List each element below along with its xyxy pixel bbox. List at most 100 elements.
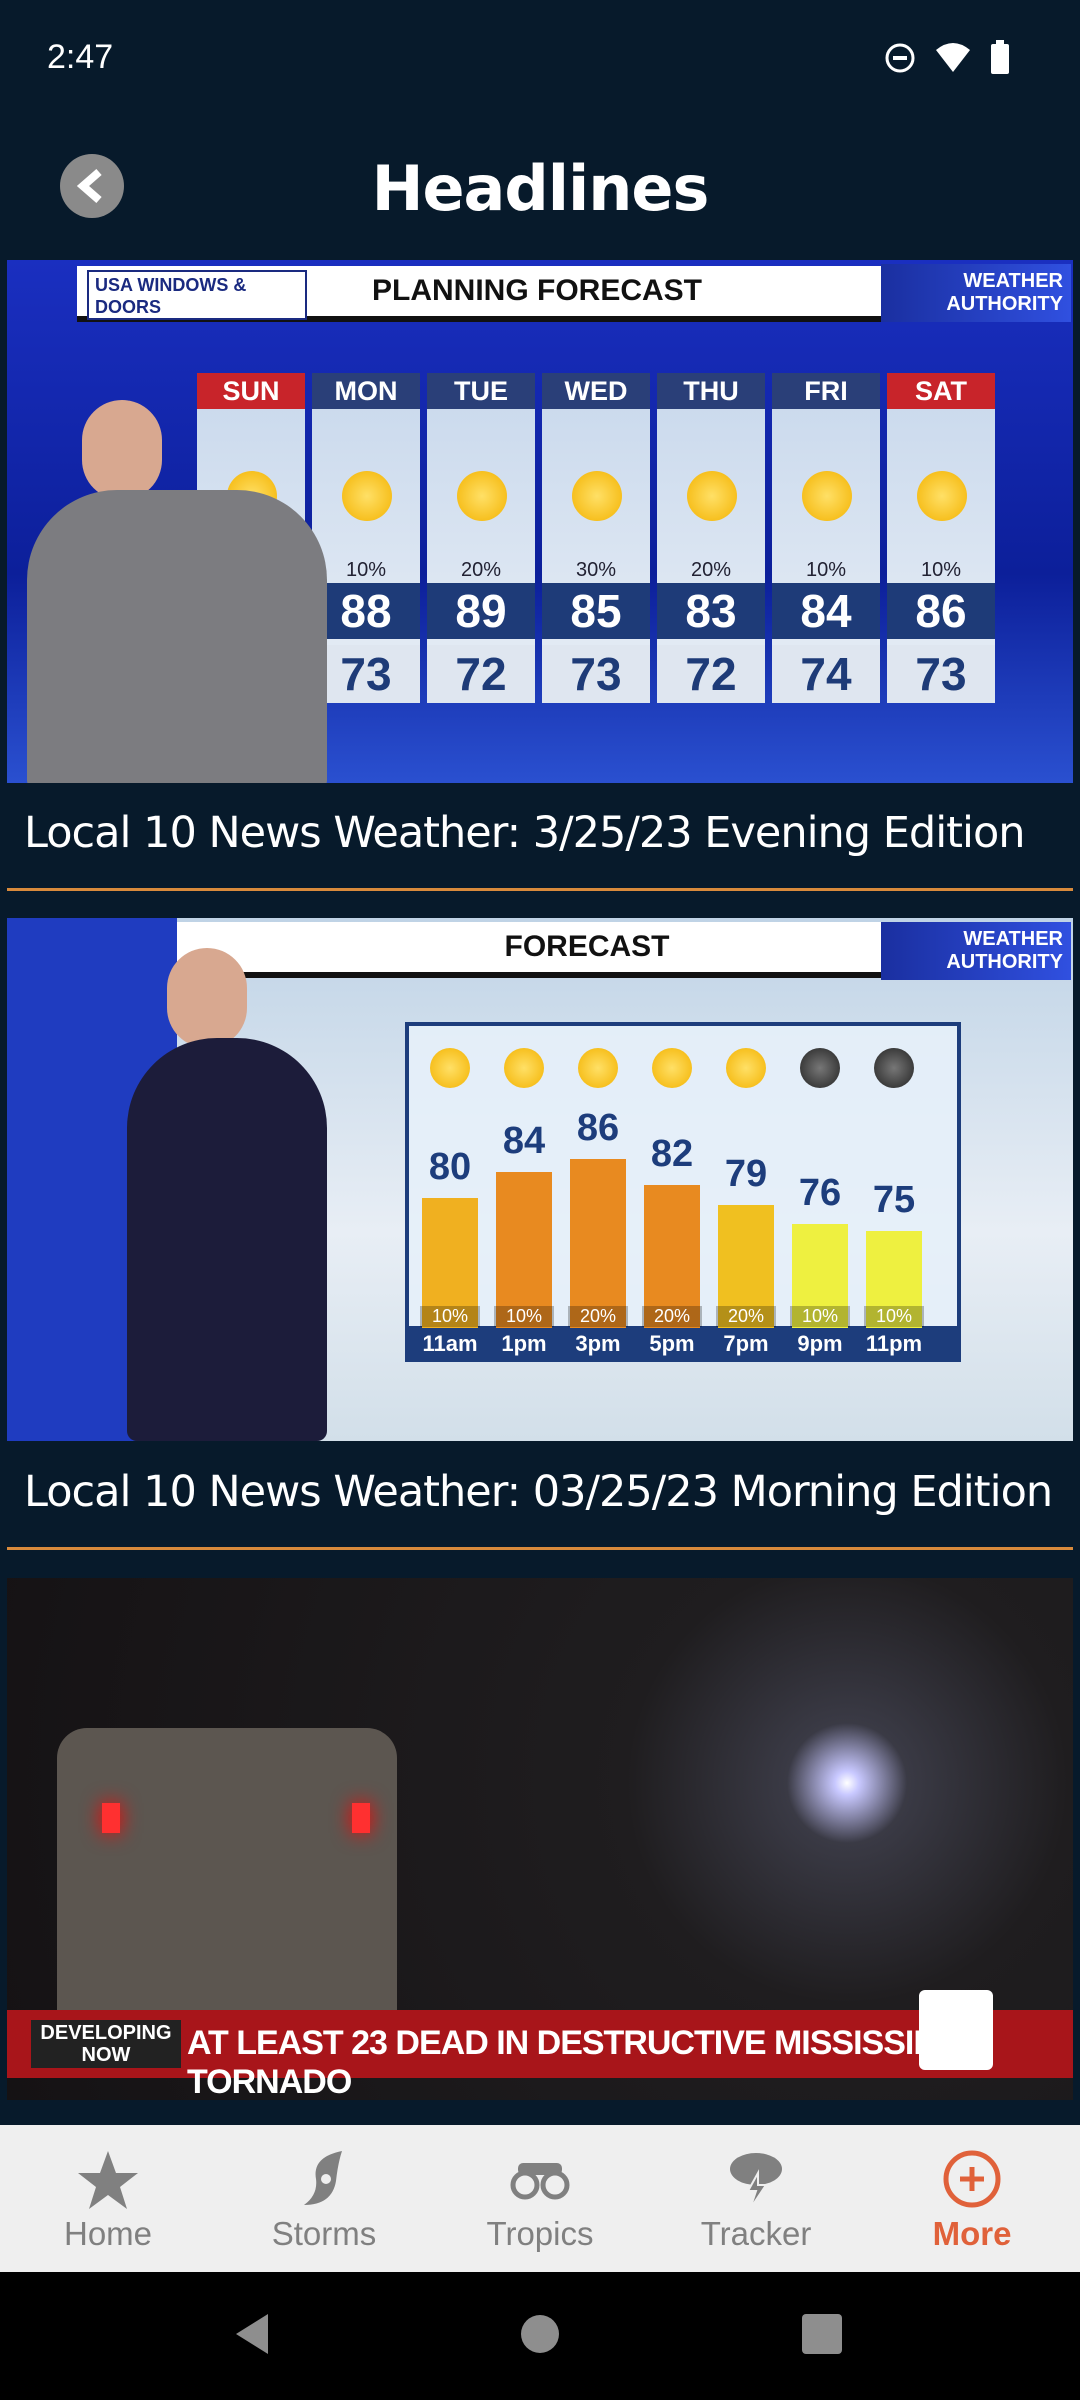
battery-icon — [991, 40, 1009, 74]
temp-bar — [570, 1159, 626, 1328]
system-recents-icon[interactable] — [802, 2314, 842, 2354]
divider — [7, 888, 1073, 891]
temp-label: 84 — [502, 1120, 546, 1162]
temp-label: 75 — [872, 1178, 916, 1221]
developing-tag: DEVELOPING NOW — [31, 2020, 181, 2068]
article-title[interactable]: Local 10 News Weather: 3/25/23 Evening E… — [24, 808, 1026, 858]
sky-icon — [800, 1048, 840, 1088]
forecast-day: THU 20% 83 72 — [657, 373, 765, 703]
rain-chance: 10% — [420, 1306, 480, 1327]
bottom-nav: Home Storms Tropics Tracker More — [0, 2125, 1080, 2272]
temp-label: 82 — [650, 1133, 694, 1175]
rain-chance: 10% — [494, 1306, 554, 1327]
day-label: SAT — [887, 373, 995, 409]
rain-chance: 20% — [568, 1306, 628, 1327]
rain-chance: 10% — [790, 1306, 850, 1327]
article-title[interactable]: Local 10 News Weather: 03/25/23 Morning … — [24, 1467, 1053, 1517]
sun-icon — [572, 471, 622, 521]
article-thumbnail[interactable]: FORECAST WEATHER AUTHORITY 80 10% 11am 84 10… — [7, 918, 1073, 1441]
page-title: Headlines — [371, 152, 710, 225]
presenter — [127, 1038, 327, 1441]
sky-icon — [430, 1048, 470, 1088]
hurricane-icon — [304, 2151, 342, 2205]
rain-chance: 20% — [716, 1306, 776, 1327]
hour-label: 11pm — [865, 1331, 923, 1356]
day-label: MON — [312, 373, 420, 409]
rain-chance: 10% — [345, 559, 387, 581]
temp-label: 80 — [428, 1146, 472, 1188]
day-label: TUE — [427, 373, 535, 409]
system-nav-bar — [0, 2272, 1080, 2400]
hour-label: 9pm — [797, 1331, 843, 1356]
presenter — [27, 490, 327, 783]
high-temp: 85 — [542, 583, 650, 639]
hour-label: 1pm — [501, 1331, 547, 1356]
nav-tracker[interactable]: Tracker — [656, 2125, 856, 2272]
nav-tropics[interactable]: Tropics — [440, 2125, 640, 2272]
wifi-icon — [936, 43, 970, 72]
hour-label: 3pm — [575, 1331, 621, 1356]
sky-icon — [652, 1048, 692, 1088]
sky-icon — [578, 1048, 618, 1088]
hour-label: 7pm — [723, 1331, 769, 1356]
sun-icon — [802, 471, 852, 521]
temp-bar — [496, 1172, 552, 1328]
sun-icon — [917, 471, 967, 521]
hour-label: 11am — [422, 1331, 478, 1356]
article-thumbnail[interactable]: DEVELOPING NOW AT LEAST 23 DEAD IN DESTR… — [7, 1578, 1073, 2100]
forecast-day: SAT 10% 86 73 — [887, 373, 995, 703]
temp-label: 76 — [798, 1172, 842, 1214]
sky-icon — [504, 1048, 544, 1088]
low-temp: 72 — [427, 645, 535, 703]
weather-authority-logo: WEATHER AUTHORITY — [881, 922, 1071, 980]
hour-label: 5pm — [649, 1331, 695, 1356]
forecast-day: FRI 10% 84 74 — [772, 373, 880, 703]
sky-icon — [726, 1048, 766, 1088]
article-thumbnail[interactable]: PLANNING FORECAST USA WINDOWS & DOORS WE… — [7, 260, 1073, 783]
sky-icon — [874, 1048, 914, 1088]
sun-icon — [342, 471, 392, 521]
high-temp: 88 — [312, 583, 420, 639]
forecast-day: TUE 20% 89 72 — [427, 373, 535, 703]
rain-chance: 30% — [575, 559, 617, 581]
forecast-day: MON 10% 88 73 — [312, 373, 420, 703]
day-label: SUN — [197, 373, 305, 409]
rain-chance: 20% — [690, 559, 732, 581]
rain-chance: 20% — [642, 1306, 702, 1327]
storm-cloud-icon — [730, 2153, 782, 2209]
temp-label: 86 — [576, 1107, 620, 1149]
binoculars-icon — [510, 2163, 570, 2200]
nav-home[interactable]: Home — [8, 2125, 208, 2272]
high-temp: 86 — [887, 583, 995, 639]
nav-storms[interactable]: Storms — [224, 2125, 424, 2272]
low-temp: 73 — [887, 645, 995, 703]
sun-icon — [457, 471, 507, 521]
system-back-icon[interactable] — [232, 2312, 272, 2356]
status-bar: 2:47 — [0, 0, 1080, 110]
thumb-heading: FORECAST — [504, 930, 670, 963]
high-temp: 89 — [427, 583, 535, 639]
nav-more[interactable]: More — [872, 2125, 1072, 2272]
rain-chance: 10% — [864, 1306, 924, 1327]
forecast-day: WED 30% 85 73 — [542, 373, 650, 703]
star-icon — [78, 2151, 138, 2209]
temp-label: 79 — [724, 1152, 768, 1195]
weather-authority-logo: WEATHER AUTHORITY — [881, 264, 1071, 322]
system-home-icon[interactable] — [520, 2314, 560, 2354]
low-temp: 73 — [542, 645, 650, 703]
day-label: FRI — [772, 373, 880, 409]
day-label: WED — [542, 373, 650, 409]
low-temp: 72 — [657, 645, 765, 703]
clock: 2:47 — [47, 38, 114, 76]
day-label: THU — [657, 373, 765, 409]
sun-icon — [687, 471, 737, 521]
dnd-icon — [885, 43, 915, 73]
news-banner: DEVELOPING NOW AT LEAST 23 DEAD IN DESTR… — [7, 1990, 1073, 2100]
high-temp: 83 — [657, 583, 765, 639]
rain-chance: 10% — [920, 559, 962, 581]
divider — [7, 1547, 1073, 1550]
header: Headlines — [0, 130, 1080, 250]
rain-chance: 10% — [805, 559, 847, 581]
local10-logo — [919, 1990, 993, 2070]
low-temp: 74 — [772, 645, 880, 703]
